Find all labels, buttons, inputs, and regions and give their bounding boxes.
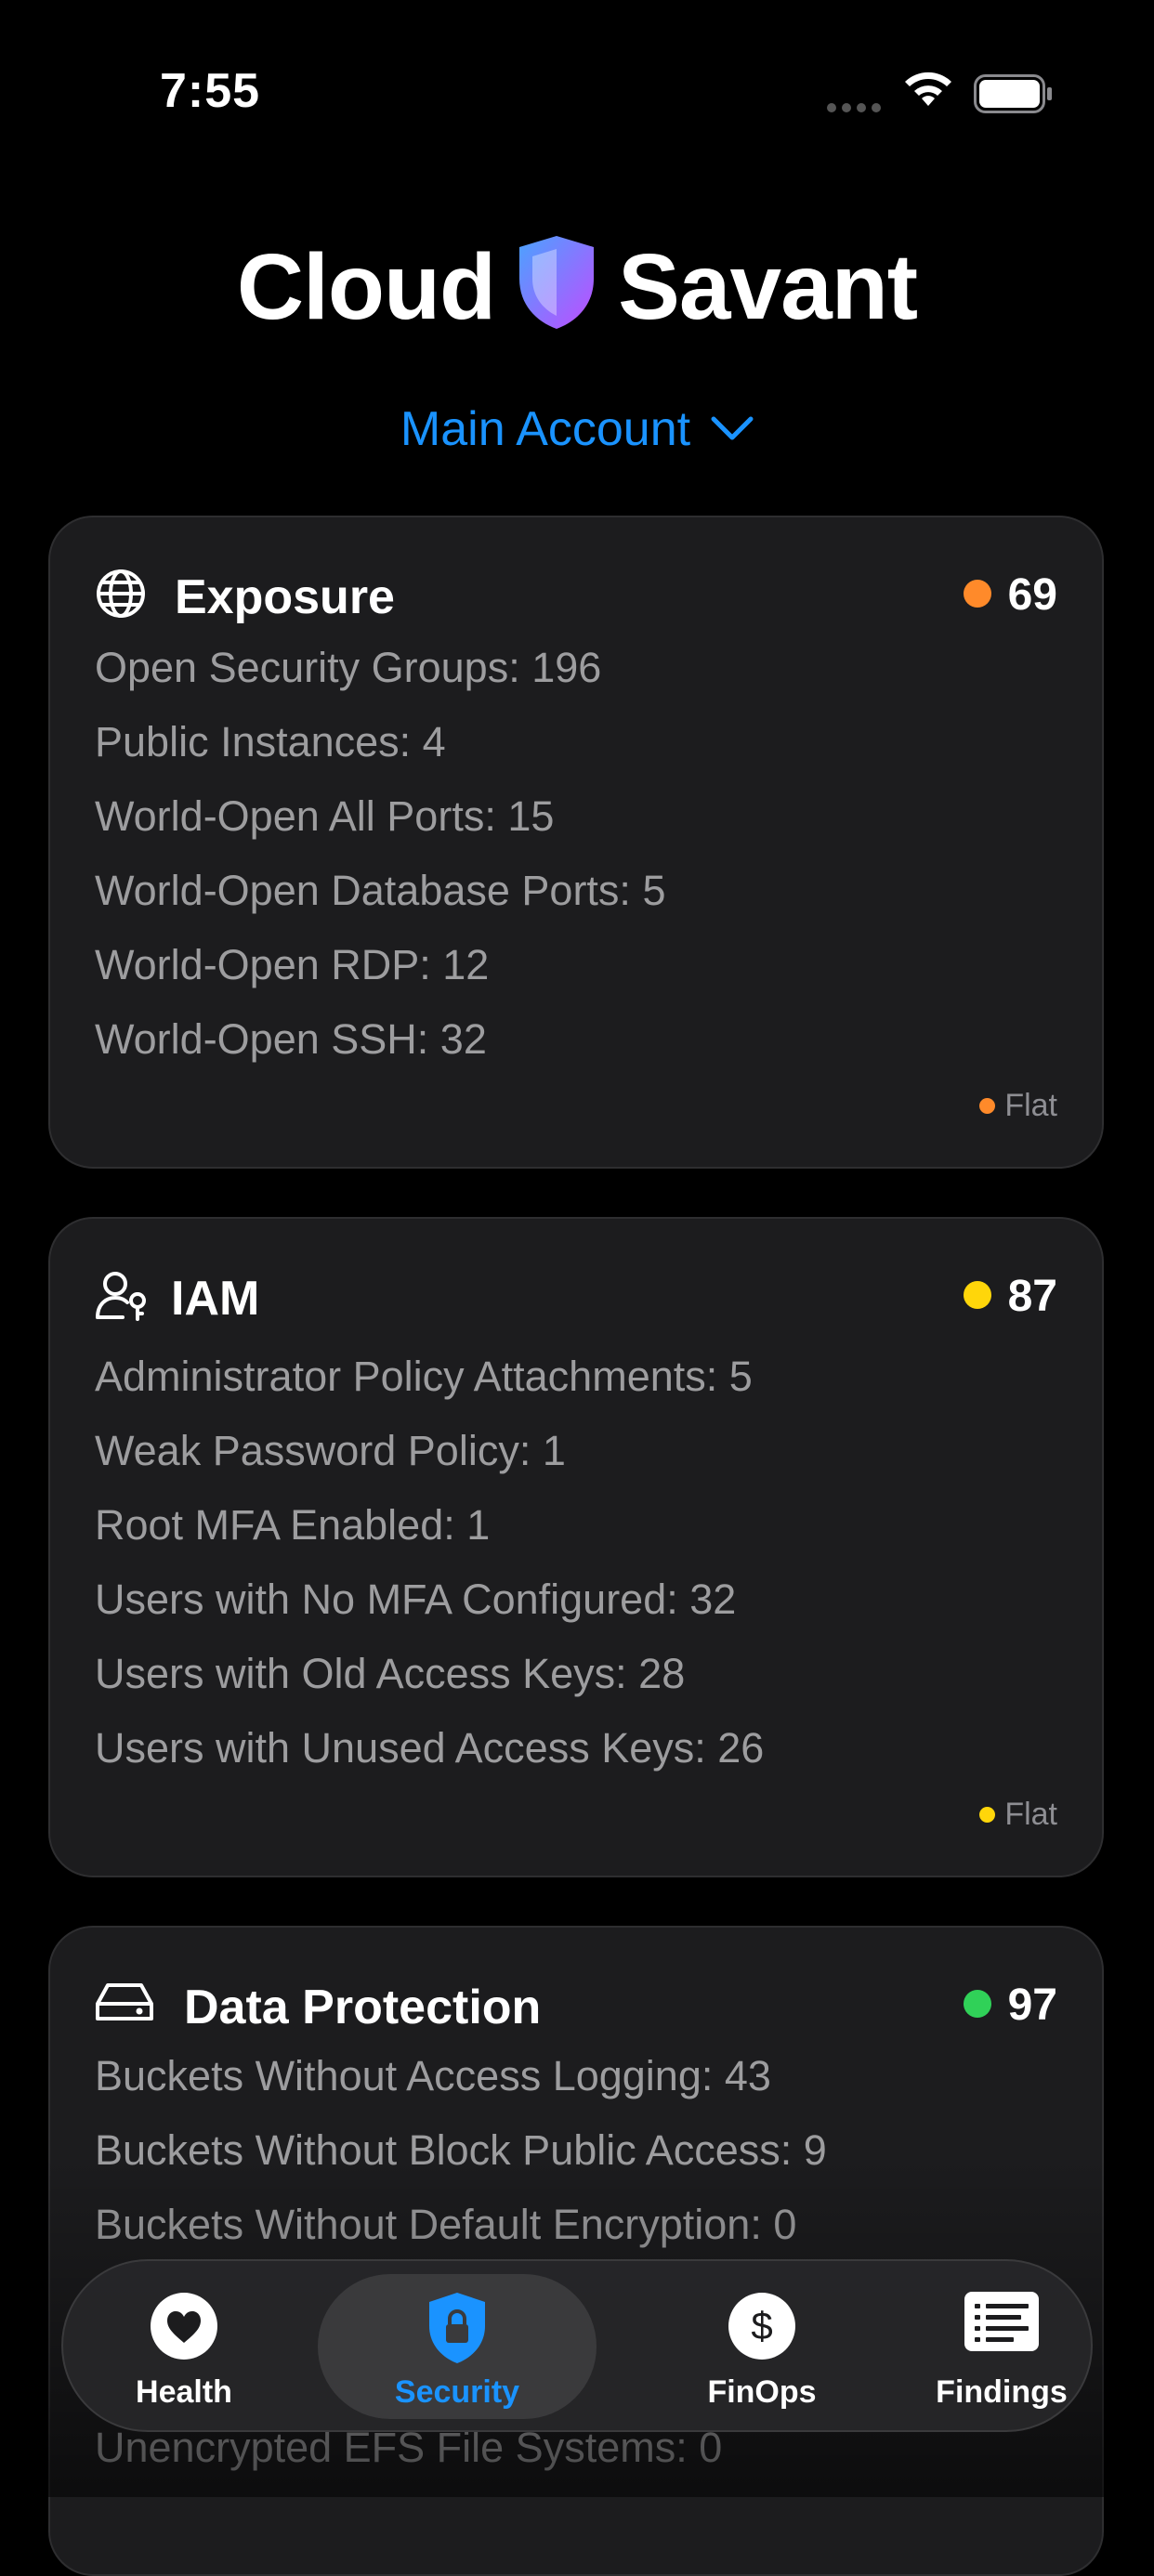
battery-icon xyxy=(974,74,1052,113)
svg-text:$: $ xyxy=(751,2304,772,2347)
dollar-icon: $ xyxy=(728,2293,795,2360)
app-logo: Cloud Savant xyxy=(0,228,1154,341)
card-title: Exposure xyxy=(175,570,395,624)
account-selector[interactable]: Main Account xyxy=(0,401,1154,457)
score-value: 87 xyxy=(1007,1272,1057,1321)
tab-bar: Health Security $ FinOps Findings xyxy=(61,2259,1093,2432)
trend-indicator: Flat xyxy=(979,1797,1057,1833)
trend-label: Flat xyxy=(1004,1088,1057,1123)
chevron-down-icon xyxy=(711,416,754,440)
list-icon xyxy=(964,2292,1039,2351)
lock-shield-icon xyxy=(429,2293,485,2363)
tab-label: FinOps xyxy=(707,2374,817,2410)
tab-health[interactable]: Health xyxy=(63,2274,305,2419)
status-bar: 7:55 xyxy=(0,0,1154,139)
trend-indicator: Flat xyxy=(979,1088,1057,1124)
card-title: Data Protection xyxy=(184,1981,542,2034)
heart-icon xyxy=(151,2293,217,2360)
metric-item: World-Open All Ports: 15 xyxy=(95,792,555,840)
score-status-dot xyxy=(963,1281,991,1310)
metric-item: Buckets Without Default Encryption: 0 xyxy=(95,2201,797,2248)
metric-item: World-Open SSH: 32 xyxy=(95,1015,487,1063)
metric-item: Buckets Without Access Logging: 43 xyxy=(95,2052,771,2099)
trend-dot xyxy=(979,1097,996,1114)
data-protection-card[interactable]: Data Protection 97 Buckets Without Acces… xyxy=(48,1926,1104,2576)
iam-card[interactable]: IAM 87 Administrator Policy Attachments:… xyxy=(48,1217,1104,1877)
globe-icon xyxy=(97,569,145,618)
metric-item: Administrator Policy Attachments: 5 xyxy=(95,1353,753,1400)
brand-word-savant: Savant xyxy=(618,235,918,340)
trend-dot xyxy=(979,1806,996,1823)
drive-icon xyxy=(96,1983,153,2020)
metric-item: Users with No MFA Configured: 32 xyxy=(95,1576,737,1623)
tab-label: Health xyxy=(136,2374,232,2410)
wifi-icon xyxy=(905,72,951,106)
metric-item: Users with Unused Access Keys: 26 xyxy=(95,1724,765,1772)
score: 97 xyxy=(963,1980,1057,2031)
user-key-icon xyxy=(96,1272,146,1321)
metric-item: Buckets Without Block Public Access: 9 xyxy=(95,2126,827,2174)
score-status-dot xyxy=(963,580,991,608)
score-value: 97 xyxy=(1007,1981,1057,2030)
score: 69 xyxy=(963,569,1057,621)
tab-security[interactable]: Security xyxy=(318,2274,597,2419)
tab-finops[interactable]: $ FinOps xyxy=(641,2274,883,2419)
trend-label: Flat xyxy=(1004,1797,1057,1832)
cellular-signal-icon xyxy=(827,100,886,117)
score-value: 69 xyxy=(1007,570,1057,620)
metric-item: World-Open RDP: 12 xyxy=(95,941,490,988)
exposure-card[interactable]: Exposure 69 Open Security Groups: 196 Pu… xyxy=(48,516,1104,1169)
status-time: 7:55 xyxy=(160,64,261,118)
metric-item: Root MFA Enabled: 1 xyxy=(95,1501,491,1549)
metric-item: Users with Old Access Keys: 28 xyxy=(95,1650,686,1697)
metric-item: Public Instances: 4 xyxy=(95,718,446,765)
metric-item: Weak Password Policy: 1 xyxy=(95,1427,566,1474)
shield-logo-icon xyxy=(519,235,595,329)
metric-item: World-Open Database Ports: 5 xyxy=(95,867,666,914)
brand-word-cloud: Cloud xyxy=(236,235,496,340)
tab-findings[interactable]: Findings xyxy=(881,2274,1122,2419)
score-status-dot xyxy=(963,1990,991,2019)
tab-label: Security xyxy=(394,2374,520,2410)
metric-item: Open Security Groups: 196 xyxy=(95,644,602,691)
tab-label: Findings xyxy=(936,2374,1068,2410)
account-selector-label: Main Account xyxy=(400,402,691,456)
card-title: IAM xyxy=(171,1272,260,1326)
score: 87 xyxy=(963,1271,1057,1322)
